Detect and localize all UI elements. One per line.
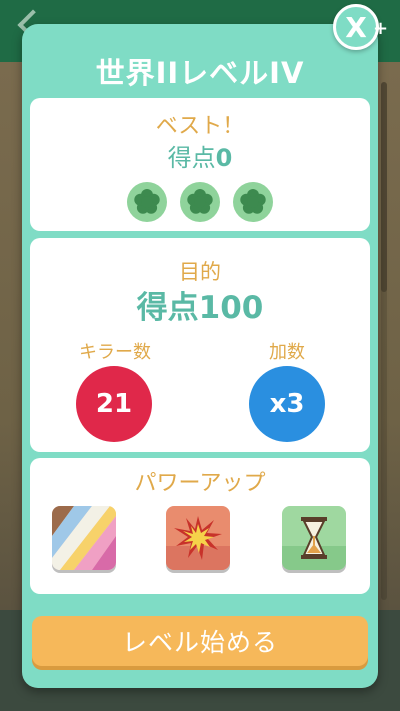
star-slot	[233, 182, 273, 222]
best-score-card: ベスト！ 得点0	[30, 98, 370, 231]
start-level-button[interactable]: レベル始める	[32, 616, 368, 666]
killer-count-badge: 21	[76, 366, 152, 442]
best-score: 得点0	[30, 138, 370, 173]
killer-count-value: 21	[95, 389, 133, 419]
powerup-rainbow-button[interactable]	[52, 506, 116, 570]
level-title: 世界IIレベルIV	[95, 56, 305, 90]
goal-value: 得点100	[136, 290, 264, 326]
flower-star-icon	[134, 189, 160, 214]
goal-card: 目的 得点100 キラー数 21 加数 x3	[30, 238, 370, 452]
star-rating	[30, 182, 370, 222]
star-slot	[127, 182, 167, 222]
multiplier-value: x3	[269, 389, 305, 419]
flower-star-icon	[240, 189, 266, 214]
multiplier-label: 加数	[269, 342, 305, 363]
rainbow-stripes-icon	[52, 506, 116, 570]
explosion-icon	[166, 506, 230, 570]
killer-count-label: キラー数	[79, 342, 151, 363]
powerup-bomb-button[interactable]	[166, 506, 230, 570]
best-label: ベスト！	[155, 114, 245, 139]
best-score-prefix: 得点	[167, 144, 216, 172]
star-slot	[180, 182, 220, 222]
close-icon: X	[345, 10, 367, 44]
hourglass-icon	[282, 506, 346, 570]
plus-icon: +	[373, 18, 389, 39]
scrollbar-thumb[interactable]	[381, 82, 387, 292]
multiplier-badge: x3	[249, 366, 325, 442]
powerups-label: パワーアップ	[134, 471, 266, 496]
flower-star-icon	[187, 189, 213, 214]
powerup-time-button[interactable]	[282, 506, 346, 570]
powerups-card: パワーアップ	[30, 458, 370, 594]
best-score-value: 0	[215, 144, 233, 172]
